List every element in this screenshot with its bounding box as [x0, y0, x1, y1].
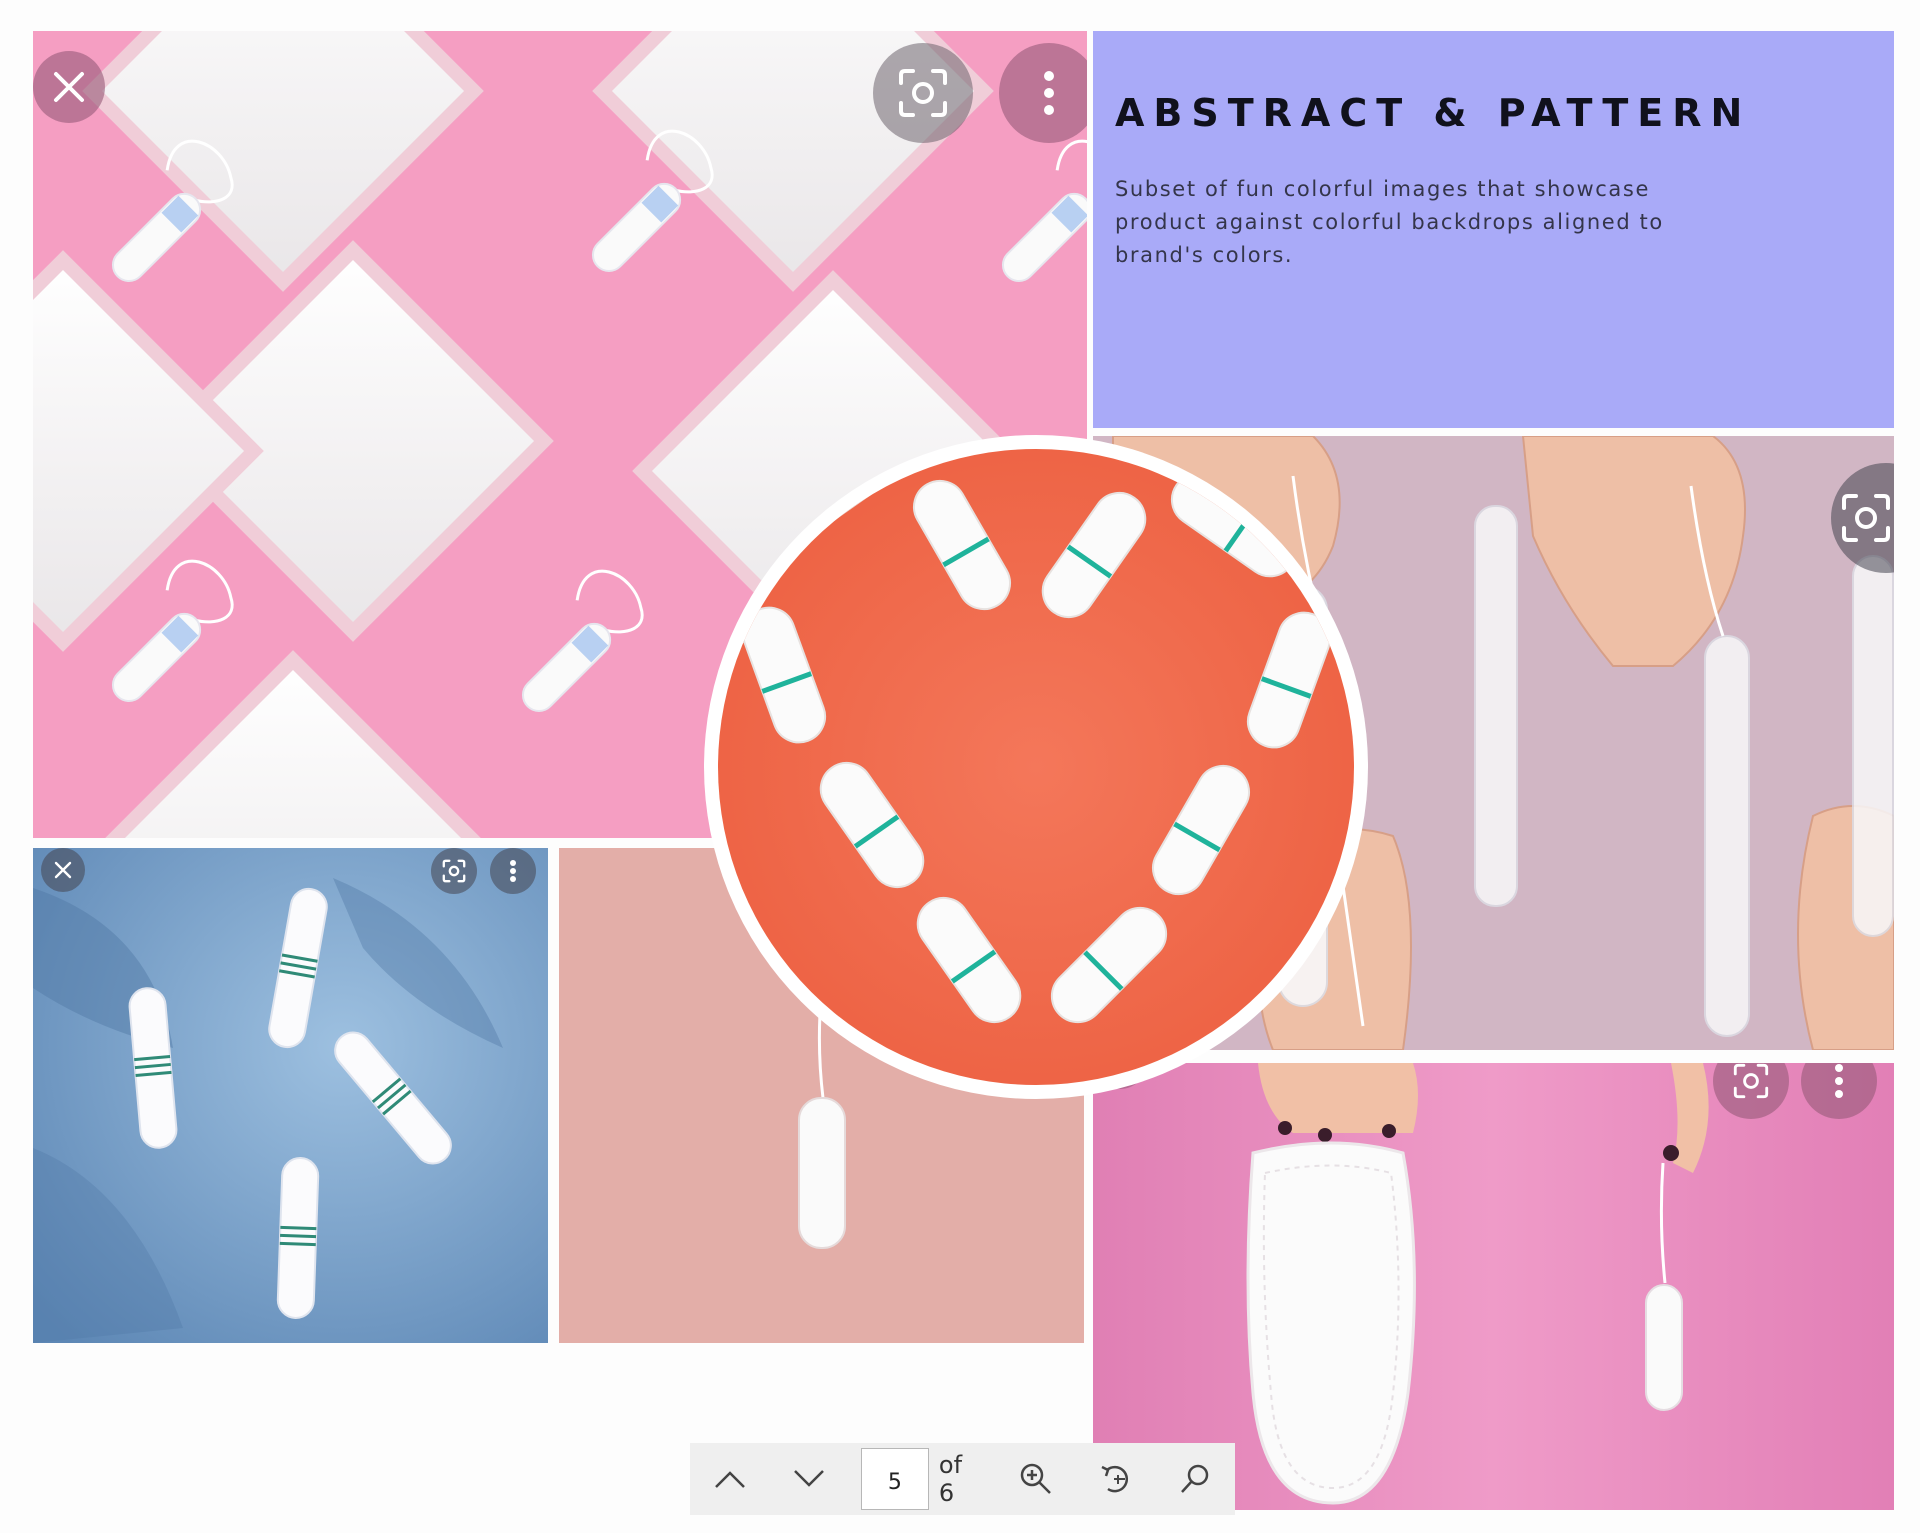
more-options-button[interactable] [490, 848, 536, 894]
next-page-button[interactable] [769, 1443, 848, 1515]
image-blue-tampons[interactable] [33, 848, 548, 1343]
previous-page-button[interactable] [690, 1443, 769, 1515]
visual-search-icon [899, 69, 947, 117]
more-options-icon [1835, 1064, 1843, 1098]
page-number-input[interactable] [860, 1448, 929, 1510]
close-icon [54, 72, 84, 102]
tampon-heart-artwork [718, 449, 1354, 1085]
search-button[interactable] [1156, 1443, 1235, 1515]
rotate-button[interactable] [1076, 1443, 1155, 1515]
chevron-up-icon [714, 1471, 745, 1488]
section-description: Subset of fun colorful images that showc… [1115, 177, 1664, 267]
visual-search-button[interactable] [873, 43, 973, 143]
info-panel: ABSTRACT & PATTERN Subset of fun colorfu… [1093, 31, 1894, 428]
search-icon [1181, 1464, 1209, 1493]
visual-search-button[interactable] [431, 848, 477, 894]
rotate-icon [1101, 1465, 1128, 1493]
image-tampon-heart[interactable] [704, 435, 1368, 1099]
zoom-in-icon [1021, 1463, 1052, 1494]
close-icon [54, 861, 72, 879]
blue-tampons-artwork [33, 848, 548, 1343]
chevron-down-icon [794, 1470, 825, 1487]
page-navigation-toolbar: of 6 [690, 1443, 1235, 1515]
more-options-icon [1044, 71, 1054, 115]
page-total-label: of 6 [938, 1451, 963, 1507]
section-title: ABSTRACT & PATTERN [1115, 91, 1752, 135]
visual-search-icon [1733, 1063, 1769, 1099]
more-options-icon [510, 860, 516, 882]
close-button[interactable] [33, 51, 105, 123]
visual-search-icon [442, 859, 466, 883]
zoom-in-button[interactable] [997, 1443, 1076, 1515]
close-button[interactable] [41, 848, 85, 892]
visual-search-icon [1842, 494, 1890, 542]
